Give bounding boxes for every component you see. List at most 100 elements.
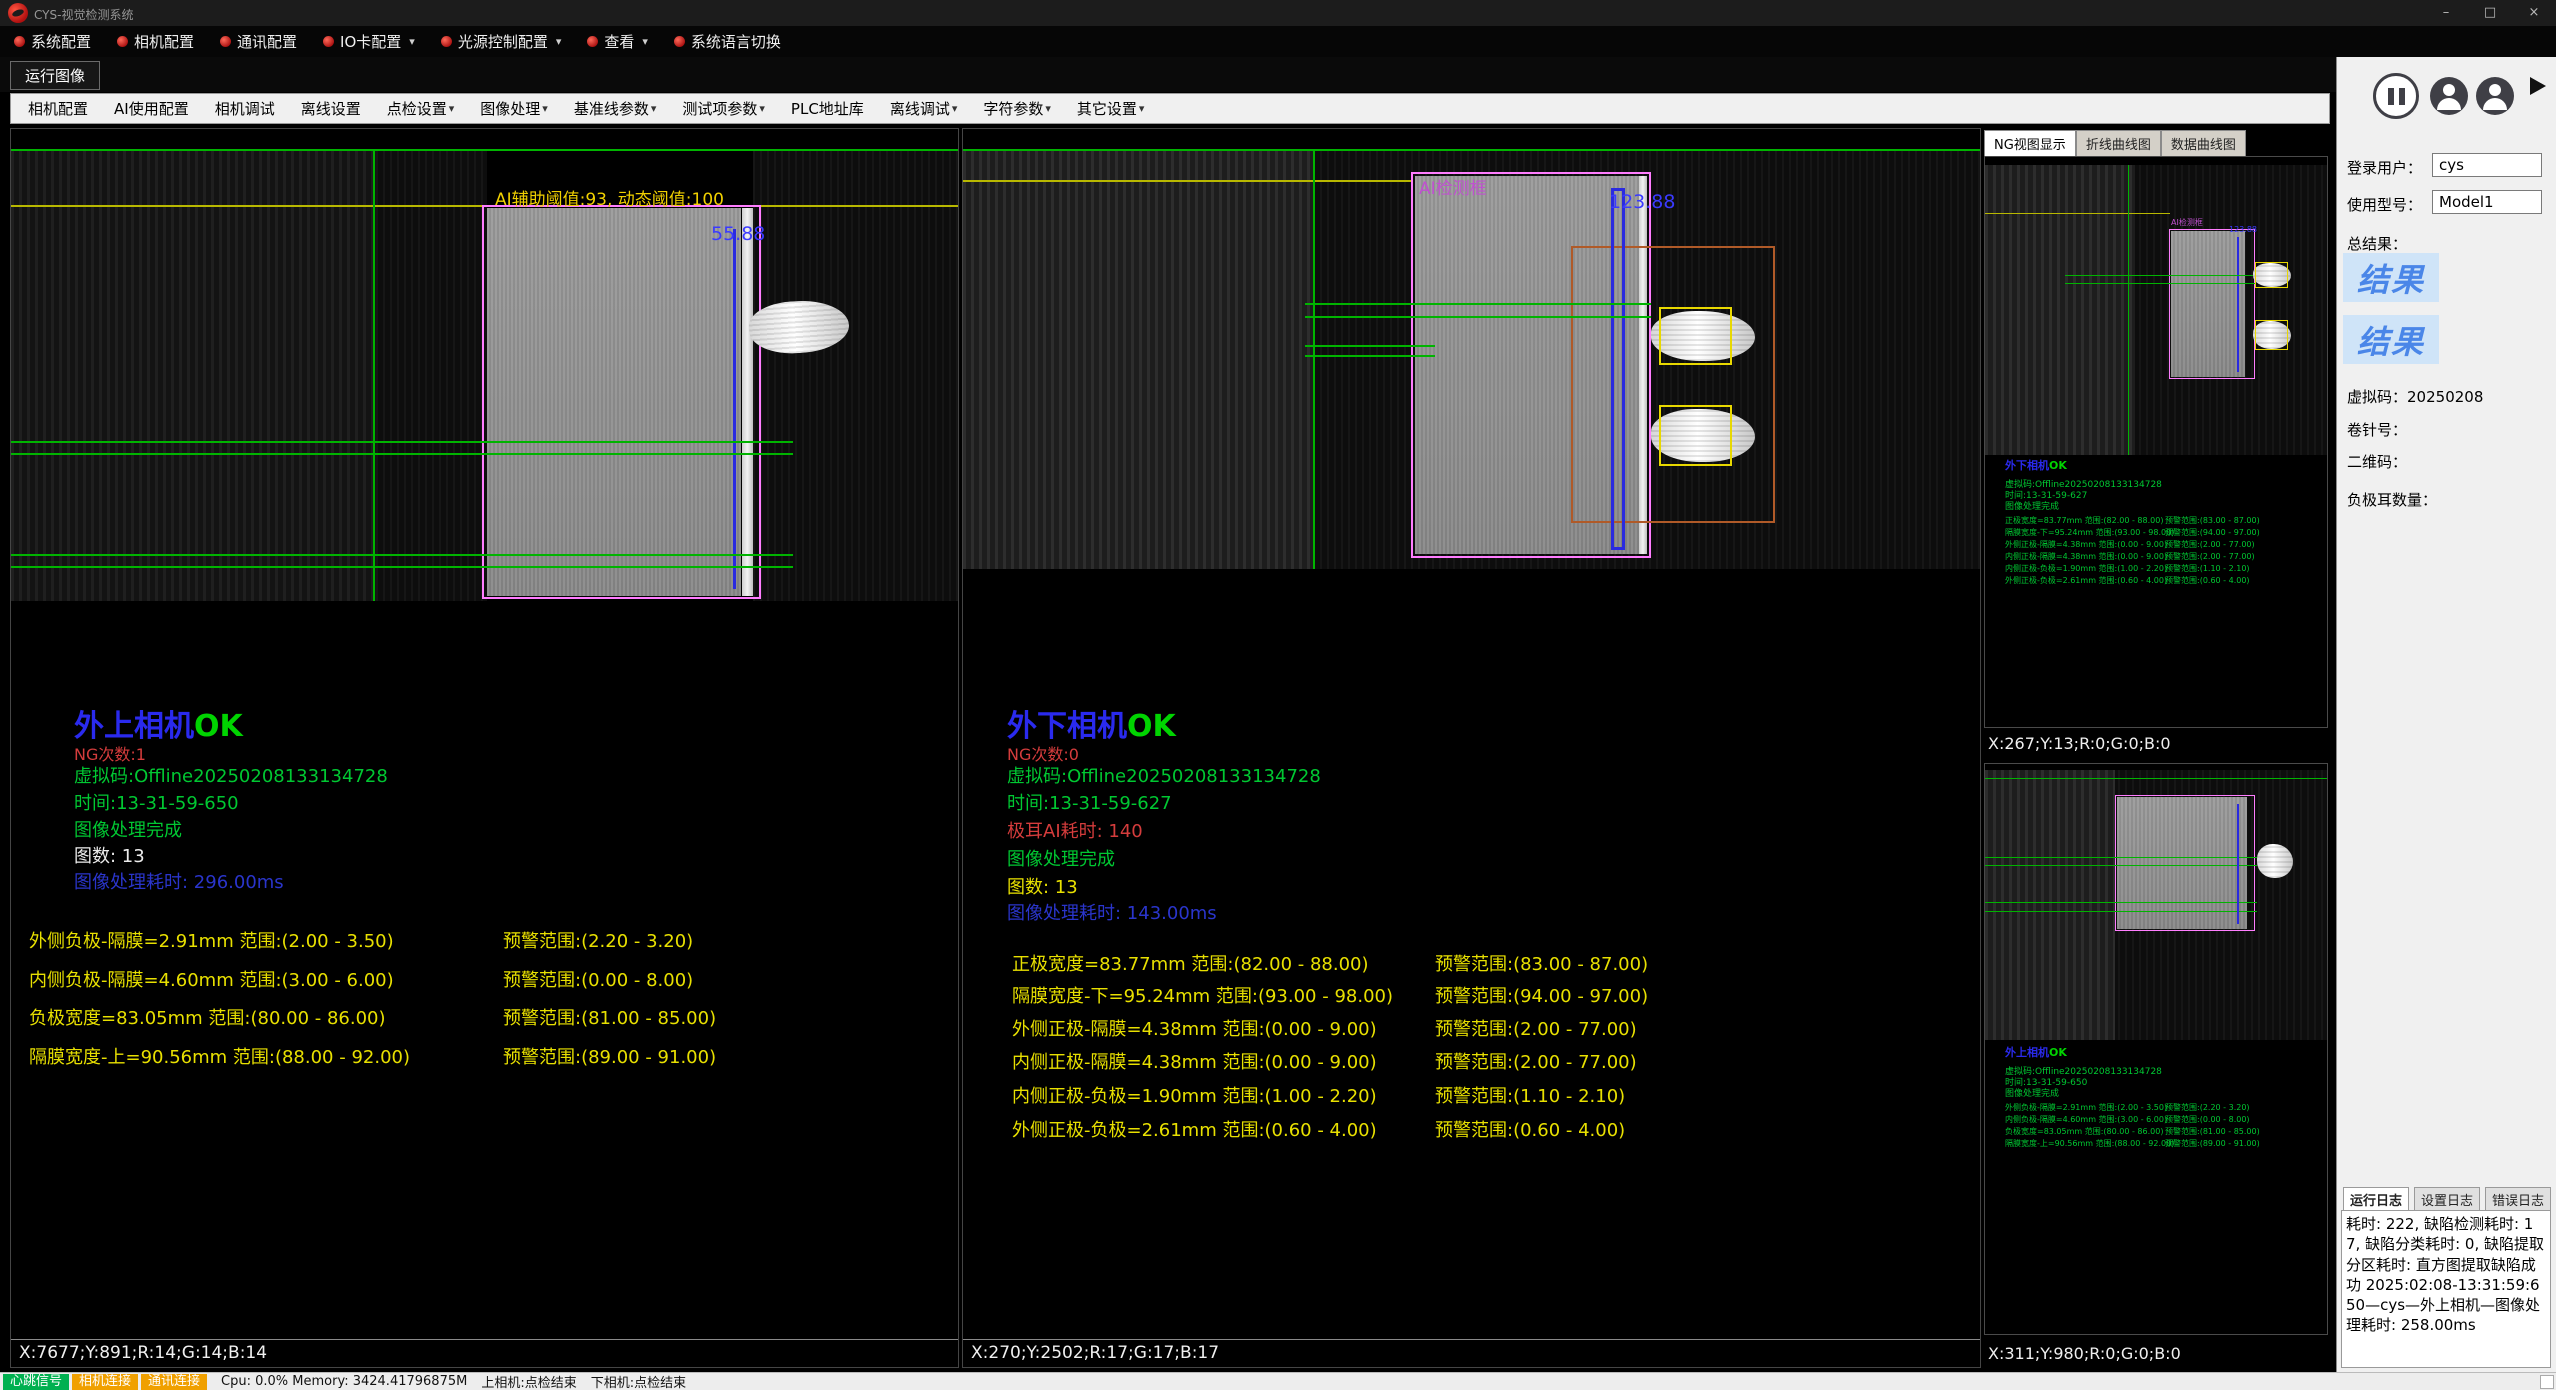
tool-label: PLC地址库 (791, 98, 864, 119)
measurement-text: 隔膜宽度-下=95.24mm 范围:(93.00 - 98.00) (2005, 527, 2174, 538)
measurement-text: 内侧正极-负极=1.90mm 范围:(1.00 - 2.20) (1012, 1082, 1377, 1108)
tab-error-log[interactable]: 错误日志 (2485, 1187, 2551, 1212)
tool-ai-use-config[interactable]: AI使用配置 (101, 98, 202, 119)
tab-run-log[interactable]: 运行日志 (2343, 1187, 2409, 1212)
menu-item-icon (220, 36, 231, 47)
tool-offline-debug[interactable]: 离线调试▾ (877, 98, 971, 119)
thumb-measure-row: 隔膜宽度-上=90.56mm 范围:(88.00 - 92.00)预警范围:(8… (1985, 1138, 2327, 1150)
model-field[interactable]: Model1 (2432, 190, 2542, 214)
camera-result: OK (2049, 1046, 2067, 1059)
tool-spot-check[interactable]: 点检设置▾ (374, 98, 468, 119)
user-settings-icon-button[interactable] (2476, 77, 2514, 115)
menu-item-system-config[interactable]: 系统配置 (14, 31, 91, 52)
thumb-measure-row: 正极宽度=83.77mm 范围:(82.00 - 88.00)预警范围:(83.… (1985, 515, 2327, 527)
result-box-lower: 结果 (2343, 315, 2439, 364)
blue-measure-line (2237, 237, 2239, 372)
tool-label: 测试项参数 (682, 98, 757, 119)
right-camera-view[interactable]: AI检测框 123.88 外下相机OK NG次数:0 虚拟码:Offline20… (962, 128, 1981, 1368)
tool-offline-settings[interactable]: 离线设置 (288, 98, 374, 119)
measurement-row: 内侧正极-负极=1.90mm 范围:(1.00 - 2.20)预警范围:(1.1… (963, 1082, 1980, 1106)
measurement-row: 隔膜宽度-上=90.56mm 范围:(88.00 - 92.00)预警范围:(8… (11, 1043, 958, 1067)
login-user-field[interactable]: cys (2432, 153, 2542, 177)
tool-image-processing[interactable]: 图像处理▾ (467, 98, 561, 119)
green-measure-line (11, 554, 793, 556)
green-guide-line (11, 149, 959, 151)
measurement-text: 内侧负极-隔膜=4.60mm 范围:(3.00 - 6.00) (29, 966, 394, 992)
result-box-upper: 结果 (2343, 253, 2439, 302)
warn-range-text: 预警范围:(83.00 - 87.00) (1435, 950, 1648, 976)
thumb-measure-row: 内侧正极-隔膜=4.38mm 范围:(0.00 - 9.00)预警范围:(2.0… (1985, 551, 2327, 563)
tab-line-chart[interactable]: 折线曲线图 (2076, 130, 2161, 157)
resize-grip[interactable] (2540, 1375, 2554, 1389)
frame-count-line: 图数: 13 (74, 842, 145, 868)
dropdown-arrow-icon: ▾ (952, 102, 958, 115)
green-measure-line (1985, 857, 2257, 858)
green-measure-line (2065, 283, 2255, 284)
menu-item-label: 光源控制配置 (458, 31, 548, 52)
camera-name: 外上相机 (74, 709, 194, 744)
ai-box-label: AI检测框 (2171, 217, 2203, 228)
tool-label: 点检设置 (387, 98, 447, 119)
menu-item-language-switch[interactable]: 系统语言切换 (674, 31, 781, 52)
menu-item-comm-config[interactable]: 通讯配置 (220, 31, 297, 52)
maximize-button[interactable]: □ (2468, 0, 2512, 26)
minimize-button[interactable]: – (2424, 0, 2468, 26)
green-measure-line (1985, 902, 2257, 903)
run-log-text[interactable]: 耗时: 222, 缺陷检测耗时: 17, 缺陷分类耗时: 0, 缺陷提取分区耗时… (2341, 1210, 2551, 1368)
pause-button[interactable] (2373, 73, 2419, 119)
roller-texture-light (963, 149, 1313, 569)
panel-arrow-icon[interactable] (2530, 77, 2546, 95)
roller-texture (376, 149, 487, 601)
measurement-row: 负极宽度=83.05mm 范围:(80.00 - 86.00)预警范围:(81.… (11, 1004, 958, 1028)
measurement-text: 内侧正极-隔膜=4.38mm 范围:(0.00 - 9.00) (2005, 551, 2167, 562)
green-guide-line (1985, 778, 2327, 779)
window-title: CYS-视觉检测系统 (34, 6, 133, 23)
warn-range-text: 预警范围:(2.00 - 77.00) (1435, 1015, 1637, 1041)
thumb-measure-row: 外侧正极-隔膜=4.38mm 范围:(0.00 - 9.00)预警范围:(2.0… (1985, 539, 2327, 551)
tab-settings-log[interactable]: 设置日志 (2414, 1187, 2480, 1212)
dropdown-arrow-icon: ▾ (1045, 102, 1051, 115)
dropdown-arrow-icon: ▾ (1139, 102, 1145, 115)
menu-item-label: 相机配置 (134, 31, 194, 52)
tool-char-params[interactable]: 字符参数▾ (970, 98, 1064, 119)
view-tab-row: 运行图像 (0, 57, 2556, 92)
measurement-row: 外侧正极-负极=2.61mm 范围:(0.60 - 4.00)预警范围:(0.6… (963, 1116, 1980, 1140)
close-button[interactable]: × (2512, 0, 2556, 26)
virtual-code-line: 虚拟码:Offline20250208133134728 (74, 762, 388, 788)
tool-other-settings[interactable]: 其它设置▾ (1064, 98, 1158, 119)
menu-item-io-card-config[interactable]: IO卡配置▾ (323, 31, 415, 52)
pixel-coords-status: X:270;Y:2502;R:17;G:17;B:17 (963, 1339, 1980, 1367)
tool-label: 图像处理 (480, 98, 540, 119)
menu-bar: 系统配置 相机配置 通讯配置 IO卡配置▾ 光源控制配置▾ 查看▾ 系统语言切换 (0, 26, 2556, 57)
green-measure-line (1985, 865, 2257, 866)
menu-item-light-config[interactable]: 光源控制配置▾ (441, 31, 562, 52)
measurement-text: 外侧正极-隔膜=4.38mm 范围:(0.00 - 9.00) (1012, 1015, 1377, 1041)
ng-thumbnail-upper[interactable]: 外上相机OK 虚拟码:Offline20250208133134728 时间:1… (1984, 763, 2328, 1335)
menu-item-icon (14, 36, 25, 47)
menu-item-icon (587, 36, 598, 47)
measurement-text: 外侧正极-隔膜=4.38mm 范围:(0.00 - 9.00) (2005, 539, 2167, 550)
comm-connect-indicator: 通讯连接 (141, 1374, 207, 1390)
menu-item-icon (674, 36, 685, 47)
total-result-label: 总结果： (2347, 233, 2407, 254)
tool-baseline-params[interactable]: 基准线参数▾ (561, 98, 670, 119)
warn-range-text: 预警范围:(89.00 - 91.00) (503, 1043, 716, 1069)
left-camera-view[interactable]: AI辅助阈值:93, 动态阈值:100 55.88 外上相机OK NG次数:1 … (10, 128, 959, 1368)
tool-camera-debug[interactable]: 相机调试 (202, 98, 288, 119)
ng-thumbnail-lower[interactable]: AI检测框 123.88 外下相机OK 虚拟码:Offline202502081… (1984, 156, 2328, 728)
title-bar: CYS-视觉检测系统 – □ × (0, 0, 2556, 26)
tool-label: 离线设置 (301, 98, 361, 119)
warn-range-text: 预警范围:(0.00 - 8.00) (503, 966, 693, 992)
tab-data-chart[interactable]: 数据曲线图 (2161, 130, 2246, 157)
menu-item-view[interactable]: 查看▾ (587, 31, 648, 52)
user-icon-button[interactable] (2430, 77, 2468, 115)
menu-item-camera-config[interactable]: 相机配置 (117, 31, 194, 52)
status-bar: 心跳信号 相机连接 通讯连接 Cpu: 0.0% Memory: 3424.41… (0, 1372, 2556, 1390)
tab-run-image[interactable]: 运行图像 (10, 61, 100, 90)
green-guide-line (2128, 165, 2129, 455)
tool-camera-config[interactable]: 相机配置 (15, 98, 101, 119)
tool-label: 其它设置 (1077, 98, 1137, 119)
tab-ng-view[interactable]: NG视图显示 (1984, 130, 2076, 157)
tool-test-item-params[interactable]: 测试项参数▾ (669, 98, 778, 119)
tool-plc-address[interactable]: PLC地址库 (778, 98, 877, 119)
